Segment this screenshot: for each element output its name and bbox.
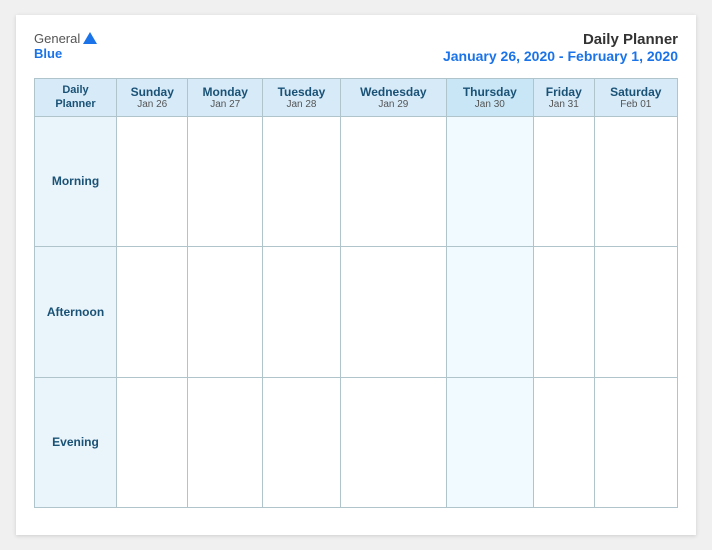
cell-morning-tuesday[interactable]	[262, 116, 340, 246]
cell-evening-wednesday[interactable]	[341, 377, 447, 507]
row-evening: Evening	[35, 377, 678, 507]
row-morning: Morning	[35, 116, 678, 246]
cell-afternoon-saturday[interactable]	[594, 247, 677, 377]
day-name-sunday: Sunday	[119, 85, 185, 99]
page-title: Daily Planner	[443, 31, 678, 48]
cell-afternoon-tuesday[interactable]	[262, 247, 340, 377]
cell-evening-friday[interactable]	[533, 377, 594, 507]
logo-text: General	[34, 31, 97, 46]
time-label-morning: Morning	[35, 116, 117, 246]
th-day-monday: MondayJan 27	[188, 79, 262, 117]
title-area: Daily Planner January 26, 2020 - Februar…	[443, 31, 678, 64]
th-day-tuesday: TuesdayJan 28	[262, 79, 340, 117]
cell-evening-thursday[interactable]	[446, 377, 533, 507]
th-day-saturday: SaturdayFeb 01	[594, 79, 677, 117]
day-date-sunday: Jan 26	[119, 99, 185, 110]
logo-area: General Blue	[34, 31, 97, 61]
cell-morning-thursday[interactable]	[446, 116, 533, 246]
day-name-wednesday: Wednesday	[343, 85, 444, 99]
day-name-thursday: Thursday	[449, 85, 531, 99]
cell-evening-saturday[interactable]	[594, 377, 677, 507]
th-day-friday: FridayJan 31	[533, 79, 594, 117]
header: General Blue Daily Planner January 26, 2…	[34, 31, 678, 64]
row-afternoon: Afternoon	[35, 247, 678, 377]
day-name-tuesday: Tuesday	[265, 85, 338, 99]
cell-evening-tuesday[interactable]	[262, 377, 340, 507]
cell-afternoon-monday[interactable]	[188, 247, 262, 377]
day-date-friday: Jan 31	[536, 99, 592, 110]
header-row: DailyPlanner SundayJan 26MondayJan 27Tue…	[35, 79, 678, 117]
cell-afternoon-friday[interactable]	[533, 247, 594, 377]
cell-morning-monday[interactable]	[188, 116, 262, 246]
cell-morning-wednesday[interactable]	[341, 116, 447, 246]
logo-blue-text: Blue	[34, 46, 62, 61]
day-date-saturday: Feb 01	[597, 99, 675, 110]
cell-morning-sunday[interactable]	[117, 116, 188, 246]
time-label-afternoon: Afternoon	[35, 247, 117, 377]
calendar-table: DailyPlanner SundayJan 26MondayJan 27Tue…	[34, 78, 678, 508]
th-day-sunday: SundayJan 26	[117, 79, 188, 117]
cell-morning-friday[interactable]	[533, 116, 594, 246]
cell-afternoon-wednesday[interactable]	[341, 247, 447, 377]
day-date-monday: Jan 27	[190, 99, 259, 110]
cell-evening-sunday[interactable]	[117, 377, 188, 507]
cell-morning-saturday[interactable]	[594, 116, 677, 246]
th-day-wednesday: WednesdayJan 29	[341, 79, 447, 117]
day-date-wednesday: Jan 29	[343, 99, 444, 110]
day-date-thursday: Jan 30	[449, 99, 531, 110]
page: General Blue Daily Planner January 26, 2…	[16, 15, 696, 535]
cell-afternoon-thursday[interactable]	[446, 247, 533, 377]
th-day-thursday: ThursdayJan 30	[446, 79, 533, 117]
day-name-saturday: Saturday	[597, 85, 675, 99]
day-name-friday: Friday	[536, 85, 592, 99]
cell-evening-monday[interactable]	[188, 377, 262, 507]
time-label-evening: Evening	[35, 377, 117, 507]
th-daily-planner: DailyPlanner	[35, 79, 117, 117]
logo-triangle-icon	[83, 32, 97, 44]
date-range: January 26, 2020 - February 1, 2020	[443, 48, 678, 64]
day-date-tuesday: Jan 28	[265, 99, 338, 110]
logo-general-text: General	[34, 31, 80, 46]
day-name-monday: Monday	[190, 85, 259, 99]
cell-afternoon-sunday[interactable]	[117, 247, 188, 377]
